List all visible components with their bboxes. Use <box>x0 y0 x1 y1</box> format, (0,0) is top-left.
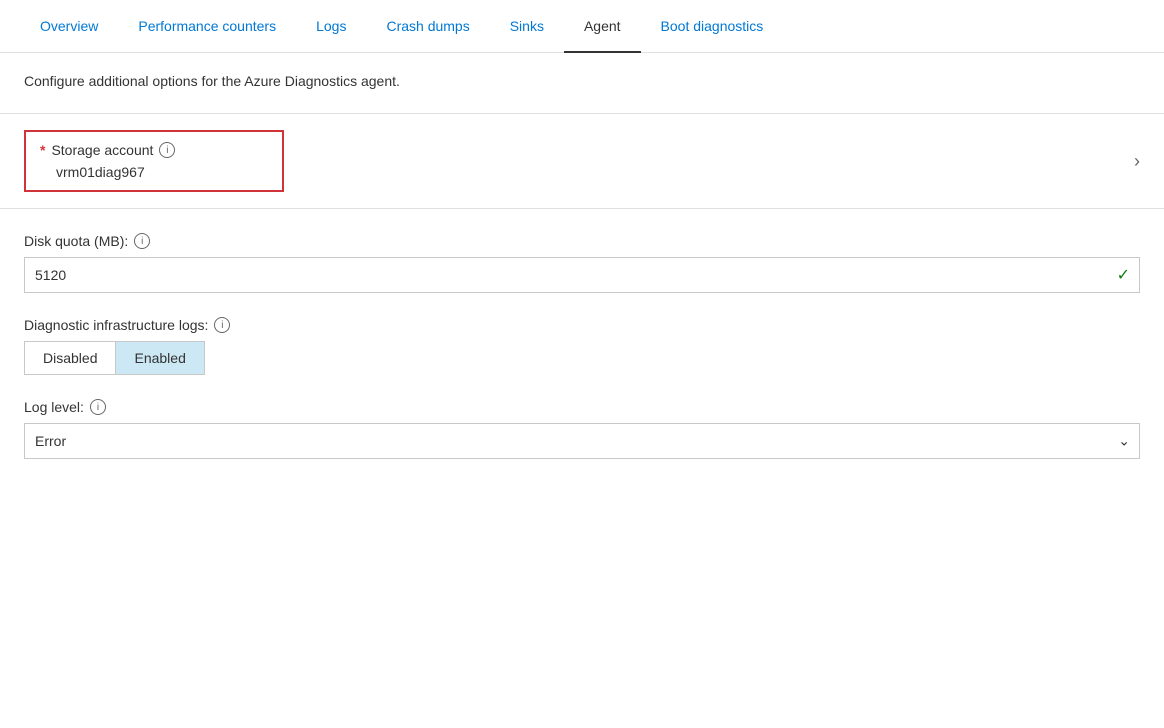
tab-sinks[interactable]: Sinks <box>490 0 564 52</box>
log-level-select[interactable]: Verbose Information Warning Error Critic… <box>24 423 1140 459</box>
tab-navigation: Overview Performance counters Logs Crash… <box>0 0 1164 53</box>
diagnostic-infra-logs-info-icon[interactable]: i <box>214 317 230 333</box>
disk-quota-group: Disk quota (MB): i ✓ <box>24 233 1140 293</box>
tab-agent[interactable]: Agent <box>564 0 641 52</box>
storage-account-chevron-icon[interactable]: › <box>1134 151 1140 172</box>
storage-account-row[interactable]: * Storage account i vrm01diag967 › <box>0 114 1164 209</box>
diagnostic-infra-logs-label: Diagnostic infrastructure logs: <box>24 317 208 333</box>
disk-quota-checkmark-icon: ✓ <box>1117 265 1130 285</box>
storage-account-value: vrm01diag967 <box>40 164 268 180</box>
required-star: * <box>40 142 45 158</box>
disk-quota-label: Disk quota (MB): <box>24 233 128 249</box>
main-content: Configure additional options for the Azu… <box>0 53 1164 527</box>
storage-account-label: Storage account <box>51 142 153 158</box>
page-description: Configure additional options for the Azu… <box>24 73 1140 89</box>
log-level-info-icon[interactable]: i <box>90 399 106 415</box>
tab-logs[interactable]: Logs <box>296 0 366 52</box>
form-section: Disk quota (MB): i ✓ Diagnostic infrastr… <box>24 209 1140 507</box>
tab-performance-counters[interactable]: Performance counters <box>118 0 296 52</box>
log-level-label: Log level: <box>24 399 84 415</box>
storage-account-info-icon[interactable]: i <box>159 142 175 158</box>
tab-crash-dumps[interactable]: Crash dumps <box>366 0 489 52</box>
log-level-select-container: Verbose Information Warning Error Critic… <box>24 423 1140 459</box>
storage-label-row: * Storage account i <box>40 142 268 158</box>
tab-overview[interactable]: Overview <box>20 0 118 52</box>
toggle-disabled-button[interactable]: Disabled <box>24 341 115 375</box>
diagnostic-infra-logs-toggle: Disabled Enabled <box>24 341 1140 375</box>
diagnostic-infra-logs-label-row: Diagnostic infrastructure logs: i <box>24 317 1140 333</box>
disk-quota-label-row: Disk quota (MB): i <box>24 233 1140 249</box>
log-level-group: Log level: i Verbose Information Warning… <box>24 399 1140 459</box>
tab-boot-diagnostics[interactable]: Boot diagnostics <box>641 0 784 52</box>
toggle-enabled-button[interactable]: Enabled <box>115 341 204 375</box>
disk-quota-input-container: ✓ <box>24 257 1140 293</box>
disk-quota-info-icon[interactable]: i <box>134 233 150 249</box>
storage-account-box[interactable]: * Storage account i vrm01diag967 <box>24 130 284 192</box>
diagnostic-infra-logs-group: Diagnostic infrastructure logs: i Disabl… <box>24 317 1140 375</box>
log-level-label-row: Log level: i <box>24 399 1140 415</box>
disk-quota-input[interactable] <box>24 257 1140 293</box>
